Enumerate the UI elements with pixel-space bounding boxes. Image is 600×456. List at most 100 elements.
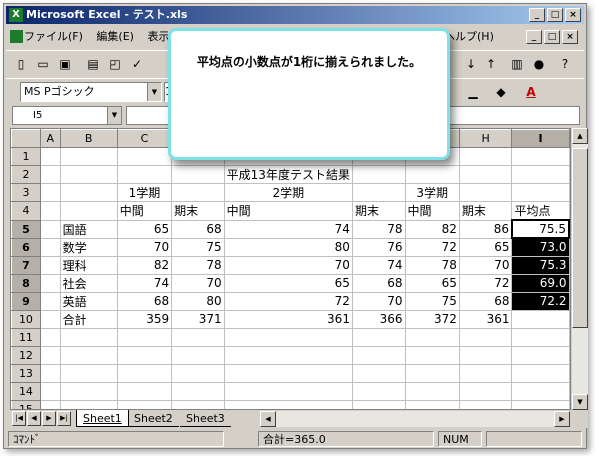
cell[interactable]: 75 [404, 291, 460, 311]
cell[interactable] [223, 327, 353, 347]
cell[interactable]: 中間 [223, 201, 353, 221]
cell[interactable] [39, 399, 61, 409]
cell[interactable] [39, 219, 61, 239]
last-sheet-button[interactable]: ▶| [57, 411, 71, 426]
cell[interactable] [404, 345, 460, 365]
cell[interactable] [458, 327, 513, 347]
cell[interactable] [39, 327, 61, 347]
cell[interactable] [39, 147, 61, 166]
cell[interactable]: 82 [116, 255, 173, 275]
cell[interactable]: 平成13年度テスト結果 [223, 165, 353, 184]
cell[interactable] [59, 147, 118, 166]
cell[interactable] [351, 345, 406, 365]
row-header[interactable]: 14 [11, 381, 41, 401]
cell[interactable] [59, 345, 118, 365]
cell[interactable] [458, 381, 513, 401]
cell[interactable] [39, 291, 61, 311]
wb-restore-button[interactable]: □ [544, 30, 560, 44]
cell[interactable] [511, 399, 570, 409]
prev-sheet-button[interactable]: ◀ [27, 411, 41, 426]
cell[interactable] [59, 363, 118, 383]
cell[interactable]: 70 [351, 291, 406, 311]
row-header[interactable]: 6 [11, 237, 41, 257]
cell[interactable]: 3学期 [404, 183, 460, 202]
menu-edit[interactable]: 編集(E) [96, 30, 134, 43]
cell[interactable] [39, 201, 61, 221]
cell[interactable] [351, 363, 406, 383]
cell[interactable]: 74 [116, 273, 173, 293]
scroll-left-button[interactable]: ◀ [260, 411, 276, 427]
cell[interactable] [458, 345, 513, 365]
cell[interactable]: 65 [404, 273, 460, 293]
cell[interactable]: 中間 [116, 201, 173, 221]
cell[interactable]: 期末 [171, 201, 225, 221]
save-icon[interactable]: ▣ [56, 55, 74, 73]
open-icon[interactable]: ▭ [34, 55, 52, 73]
cell[interactable] [59, 165, 118, 184]
cell[interactable] [39, 345, 61, 365]
cell[interactable] [458, 183, 513, 202]
wb-close-button[interactable]: × [562, 30, 578, 44]
cell[interactable] [171, 183, 225, 202]
cell[interactable] [39, 363, 61, 383]
scroll-thumb[interactable] [572, 148, 588, 328]
cell[interactable]: 74 [351, 255, 406, 275]
selected-cell[interactable]: 69.0 [511, 273, 570, 293]
fill-color-icon[interactable]: ◆ [492, 83, 510, 101]
cell[interactable] [351, 327, 406, 347]
cell[interactable]: 68 [458, 291, 513, 311]
column-header[interactable]: B [59, 129, 118, 148]
cell[interactable]: 社会 [59, 273, 118, 293]
cell[interactable]: 74 [223, 219, 353, 239]
cell[interactable] [511, 165, 570, 184]
cell[interactable]: 76 [351, 237, 406, 257]
cell[interactable] [511, 147, 570, 166]
cell[interactable]: 80 [171, 291, 225, 311]
cell[interactable]: 86 [458, 219, 513, 239]
cell[interactable]: 70 [458, 255, 513, 275]
cell[interactable] [404, 165, 460, 184]
horizontal-scrollbar[interactable]: ◀ ▶ [260, 411, 570, 427]
cell[interactable] [116, 345, 173, 365]
cell[interactable] [171, 165, 225, 184]
cell[interactable]: 2学期 [223, 183, 353, 202]
row-header[interactable]: 1 [11, 147, 41, 166]
first-sheet-button[interactable]: |◀ [12, 411, 26, 426]
spelling-icon[interactable]: ✓ [128, 55, 146, 73]
row-header[interactable]: 11 [11, 327, 41, 347]
chevron-down-icon[interactable]: ▼ [107, 107, 121, 124]
chevron-down-icon[interactable]: ▼ [147, 83, 161, 101]
row-header[interactable]: 9 [11, 291, 41, 311]
sort-desc-icon[interactable]: ↓ [462, 55, 480, 73]
cell[interactable] [39, 273, 61, 293]
row-header[interactable]: 3 [11, 183, 41, 202]
menu-help[interactable]: ヘルプ(H) [444, 26, 494, 48]
cell[interactable]: 359 [116, 309, 173, 329]
cell[interactable]: 78 [351, 219, 406, 239]
cell[interactable] [116, 399, 173, 409]
cell[interactable]: 82 [404, 219, 460, 239]
cell[interactable] [59, 327, 118, 347]
cell[interactable] [511, 309, 570, 329]
maximize-button[interactable]: □ [547, 8, 563, 22]
cell[interactable]: 65 [458, 237, 513, 257]
cell[interactable] [404, 399, 460, 409]
cell[interactable]: 70 [116, 237, 173, 257]
new-icon[interactable]: ▯ [12, 55, 30, 73]
cell[interactable]: 1学期 [116, 183, 173, 202]
wb-minimize-button[interactable]: _ [526, 30, 542, 44]
column-header[interactable]: C [116, 129, 173, 148]
cell[interactable] [116, 165, 173, 184]
cell[interactable] [511, 183, 570, 202]
active-cell[interactable]: 75.5 [510, 219, 570, 239]
cell[interactable] [404, 363, 460, 383]
column-header[interactable]: A [39, 129, 61, 148]
cell[interactable] [171, 327, 225, 347]
sort-asc-icon[interactable]: ↑ [482, 55, 500, 73]
cell[interactable] [59, 201, 118, 221]
cell[interactable]: 理科 [59, 255, 118, 275]
menu-file[interactable]: ファイル(F) [24, 30, 83, 43]
cell[interactable] [116, 327, 173, 347]
row-header[interactable]: 8 [11, 273, 41, 293]
map-icon[interactable]: ● [530, 55, 548, 73]
